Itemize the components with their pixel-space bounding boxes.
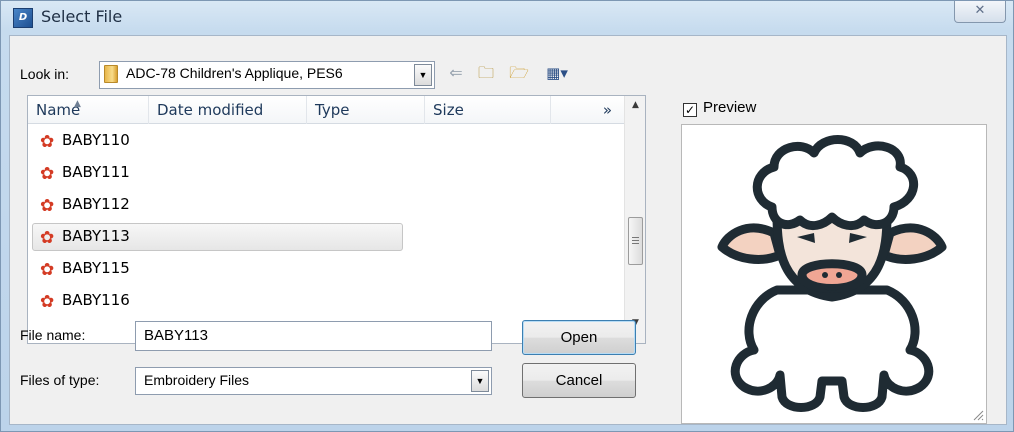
grip-icon	[632, 237, 639, 244]
title-bar: D Select File ✕	[1, 1, 1013, 35]
close-button[interactable]: ✕	[954, 1, 1006, 23]
embroidery-file-icon: ✿	[40, 196, 55, 216]
sort-ascending-icon: ▲	[74, 99, 81, 109]
file-row[interactable]: ✿ BABY112	[28, 189, 624, 221]
select-file-dialog: D Select File ✕ Look in: ADC-78 Children…	[0, 0, 1014, 432]
file-row[interactable]: ✿ BABY115	[28, 253, 624, 285]
preview-checkbox[interactable]: ✓	[683, 103, 697, 117]
file-name: BABY113	[62, 227, 130, 245]
file-row[interactable]: ✿ BABY110	[28, 125, 624, 157]
app-icon: D	[13, 8, 33, 28]
file-type-value: Embroidery Files	[144, 372, 250, 388]
resize-grip-icon[interactable]	[972, 409, 984, 421]
file-name: BABY111	[62, 163, 130, 181]
more-columns-icon[interactable]: »	[603, 96, 612, 124]
lamb-preview-image	[717, 135, 947, 412]
embroidery-file-icon: ✿	[40, 260, 55, 280]
file-list: ▲ Name Date modified Type Size » ✿ BABY1…	[27, 95, 646, 344]
embroidery-file-icon: ✿	[40, 164, 55, 184]
cancel-button[interactable]: Cancel	[522, 363, 636, 398]
column-size[interactable]: Size	[425, 96, 551, 124]
vertical-scrollbar[interactable]: ▲ ▼	[624, 96, 645, 343]
file-row-selected[interactable]: ✿ BABY113	[28, 221, 624, 253]
file-name-field[interactable]: BABY113	[135, 321, 492, 351]
file-name: BABY116	[62, 291, 130, 309]
window-title: Select File	[41, 7, 123, 26]
file-name-label: File name:	[20, 327, 86, 343]
file-rows: ✿ BABY110 ✿ BABY111 ✿ BABY112 ✿ BABY113	[28, 125, 624, 317]
back-arrow-icon[interactable]: ⇐	[445, 62, 467, 84]
folder-icon	[104, 65, 118, 83]
file-type-dropdown[interactable]: Embroidery Files ▼	[135, 367, 492, 395]
dialog-body: Look in: ADC-78 Children's Applique, PES…	[9, 35, 1007, 425]
new-folder-icon[interactable]: 🗁	[508, 62, 530, 84]
preview-pane	[681, 124, 987, 424]
column-type[interactable]: Type	[307, 96, 425, 124]
column-date-modified[interactable]: Date modified	[149, 96, 307, 124]
embroidery-file-icon: ✿	[40, 228, 55, 248]
chevron-down-icon[interactable]: ▼	[414, 64, 432, 86]
file-name: BABY112	[62, 195, 130, 213]
file-row[interactable]: ✿ BABY116	[28, 285, 624, 317]
look-in-label: Look in:	[20, 66, 70, 82]
view-menu-icon[interactable]: ▦▾	[540, 62, 574, 84]
preview-label: Preview	[703, 99, 757, 116]
look-in-dropdown[interactable]: ADC-78 Children's Applique, PES6 ▼	[99, 61, 435, 89]
up-folder-icon[interactable]: 🗀	[475, 62, 497, 84]
column-header: ▲ Name Date modified Type Size »	[28, 96, 624, 124]
file-name: BABY115	[62, 259, 130, 277]
look-in-value: ADC-78 Children's Applique, PES6	[126, 65, 343, 81]
file-row[interactable]: ✿ BABY111	[28, 157, 624, 189]
file-type-label: Files of type:	[20, 372, 100, 388]
file-name: BABY110	[62, 131, 130, 149]
scrollbar-thumb[interactable]	[628, 217, 643, 265]
embroidery-file-icon: ✿	[40, 292, 55, 312]
column-name[interactable]: ▲ Name	[28, 96, 149, 124]
open-button[interactable]: Open	[522, 320, 636, 355]
chevron-down-icon[interactable]: ▼	[471, 370, 489, 392]
embroidery-file-icon: ✿	[40, 132, 55, 152]
scroll-up-icon[interactable]: ▲	[625, 96, 645, 114]
